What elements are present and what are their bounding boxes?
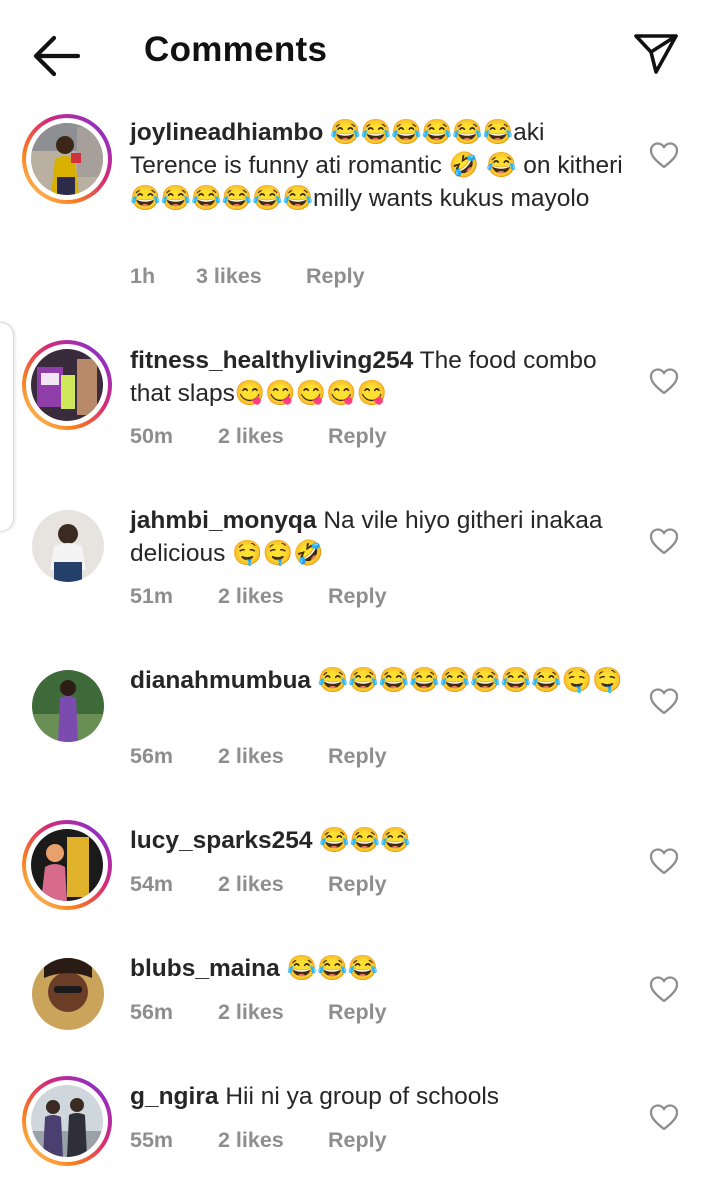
- comment-time: 56m: [130, 1000, 174, 1024]
- comment-time: 51m: [130, 584, 174, 608]
- reply-button[interactable]: Reply: [328, 424, 387, 449]
- comment-meta: 56m 2 likes Reply: [130, 744, 387, 769]
- heart-icon[interactable]: [648, 686, 680, 716]
- comment-meta: 56m 2 likes Reply: [130, 1000, 387, 1025]
- header-bar: Comments: [0, 0, 720, 104]
- comment-time: 55m: [130, 1128, 174, 1152]
- comment-meta: 50m 2 likes Reply: [130, 424, 387, 449]
- comment-likes[interactable]: 2 likes: [218, 1128, 328, 1153]
- comment-likes[interactable]: 2 likes: [218, 424, 328, 449]
- comment-time: 50m: [130, 424, 174, 448]
- heart-icon[interactable]: [648, 366, 680, 396]
- avatar-image: [31, 829, 103, 901]
- reply-button[interactable]: Reply: [328, 1000, 387, 1025]
- comment-username[interactable]: jahmbi_monyqa: [130, 507, 317, 534]
- edge-card-overlay: [0, 322, 14, 532]
- comment-meta: 54m 2 likes Reply: [130, 872, 387, 897]
- avatar[interactable]: [22, 660, 112, 750]
- comment-username[interactable]: blubs_maina: [130, 955, 280, 982]
- comment-text: joylineadhiambo 😂😂😂😂😂😂aki Terence is fun…: [130, 116, 630, 215]
- avatar-image: [31, 1085, 103, 1157]
- comment-meta: 55m 2 likes Reply: [130, 1128, 387, 1153]
- comment-username[interactable]: fitness_healthyliving254: [130, 347, 413, 374]
- reply-button[interactable]: Reply: [328, 872, 387, 897]
- avatar[interactable]: [22, 948, 112, 1038]
- avatar-image: [31, 349, 103, 421]
- comment-text: fitness_healthyliving254 The food combo …: [130, 344, 630, 410]
- reply-button[interactable]: Reply: [328, 744, 387, 769]
- avatar[interactable]: [22, 820, 112, 910]
- reply-button[interactable]: Reply: [306, 264, 365, 289]
- comment-meta: 1h 3 likes Reply: [130, 264, 365, 289]
- heart-icon[interactable]: [648, 974, 680, 1004]
- avatar-image: [32, 670, 104, 742]
- comment-likes[interactable]: 2 likes: [218, 1000, 328, 1025]
- comment-time: 1h: [130, 264, 156, 288]
- avatar[interactable]: [22, 500, 112, 590]
- heart-icon[interactable]: [648, 846, 680, 876]
- comment-text: g_ngira Hii ni ya group of schools: [130, 1080, 630, 1113]
- avatar[interactable]: [22, 114, 112, 204]
- comment-likes[interactable]: 3 likes: [196, 264, 306, 289]
- comment-likes[interactable]: 2 likes: [218, 744, 328, 769]
- comment-username[interactable]: joylineadhiambo: [130, 119, 323, 146]
- comment-time: 54m: [130, 872, 174, 896]
- comment-likes[interactable]: 2 likes: [218, 584, 328, 609]
- comment-body: 😂😂😂: [286, 955, 379, 982]
- comment-body: 😂😂😂: [319, 827, 411, 854]
- comment-text: lucy_sparks254 😂😂😂: [130, 824, 630, 857]
- comment-time: 56m: [130, 744, 174, 768]
- heart-icon[interactable]: [648, 140, 680, 170]
- comment-body: 😂😂😂😂😂😂😂😂🤤🤤: [317, 667, 623, 694]
- comment-username[interactable]: g_ngira: [130, 1083, 219, 1110]
- avatar-image: [31, 123, 103, 195]
- reply-button[interactable]: Reply: [328, 1128, 387, 1153]
- reply-button[interactable]: Reply: [328, 584, 387, 609]
- avatar[interactable]: [22, 1076, 112, 1166]
- heart-icon[interactable]: [648, 1102, 680, 1132]
- comment-username[interactable]: lucy_sparks254: [130, 827, 313, 854]
- comment-text: jahmbi_monyqa Na vile hiyo githeri inaka…: [130, 504, 630, 570]
- comment-username[interactable]: dianahmumbua: [130, 667, 311, 694]
- heart-icon[interactable]: [648, 526, 680, 556]
- paper-plane-icon[interactable]: [630, 28, 682, 76]
- comment-likes[interactable]: 2 likes: [218, 872, 328, 897]
- comment-meta: 51m 2 likes Reply: [130, 584, 387, 609]
- comment-text: blubs_maina 😂😂😂: [130, 952, 630, 985]
- avatar[interactable]: [22, 340, 112, 430]
- arrow-left-icon[interactable]: [30, 34, 82, 78]
- comment-body: Hii ni ya group of schools: [225, 1083, 500, 1110]
- avatar-image: [32, 510, 104, 582]
- avatar-image: [32, 958, 104, 1030]
- page-title: Comments: [144, 30, 328, 69]
- comment-text: dianahmumbua 😂😂😂😂😂😂😂😂🤤🤤: [130, 664, 630, 697]
